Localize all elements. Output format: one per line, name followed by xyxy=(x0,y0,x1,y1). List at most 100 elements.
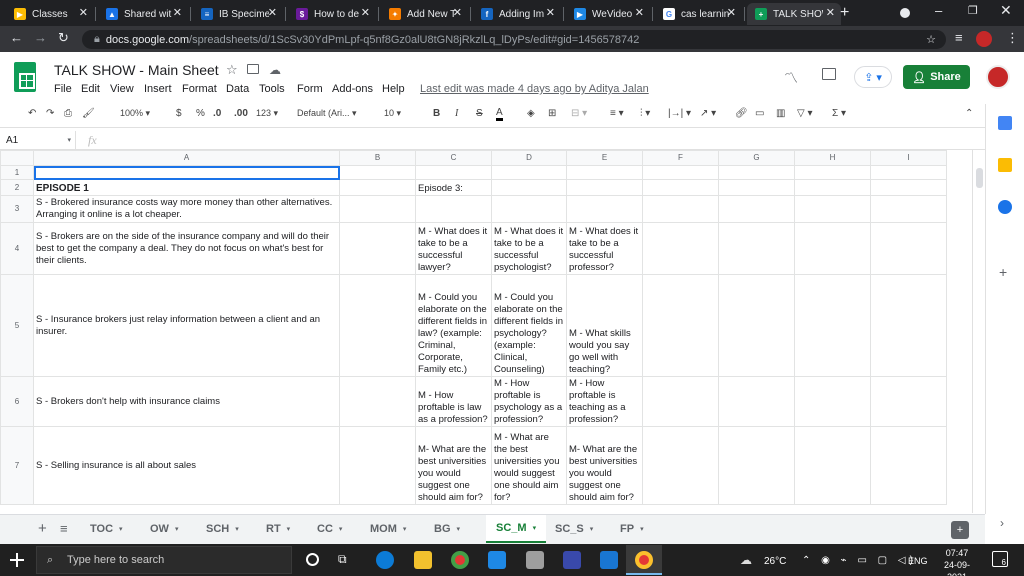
address-bar[interactable]: 🔒︎ docs.google.com /spreadsheets/d/1ScSv… xyxy=(82,30,946,49)
tab-close-icon[interactable]: ✕ xyxy=(453,6,462,19)
insert-comment-icon[interactable]: ▭ xyxy=(755,108,764,119)
share-button[interactable]: 👤︎ Share xyxy=(903,65,970,89)
cell[interactable] xyxy=(415,195,492,223)
explore-button[interactable]: + xyxy=(951,521,969,539)
tab-close-icon[interactable]: ✕ xyxy=(826,6,835,19)
cell[interactable]: S - Brokers don't help with insurance cl… xyxy=(33,376,340,427)
cell[interactable] xyxy=(794,222,871,275)
menu-item[interactable]: View xyxy=(110,83,134,95)
cell[interactable] xyxy=(642,376,719,427)
cell[interactable]: Episode 3: xyxy=(415,179,492,196)
sheet-tab-dropdown-icon[interactable]: ▾ xyxy=(457,525,461,533)
vertical-align-icon[interactable]: ⫶ ▾ xyxy=(640,108,650,119)
redo-icon[interactable]: ↷ xyxy=(46,108,54,119)
decrease-decimal-button[interactable]: .0 xyxy=(213,108,221,119)
cell[interactable] xyxy=(718,195,795,223)
all-sheets-icon[interactable]: ≡ xyxy=(60,521,68,536)
cortana-icon[interactable] xyxy=(306,553,319,566)
cell[interactable]: EPISODE 1 xyxy=(33,179,340,196)
add-on-plus-icon[interactable]: + xyxy=(999,264,1007,280)
row-header[interactable]: 1 xyxy=(0,165,34,180)
vscode-icon[interactable] xyxy=(600,551,618,569)
functions-icon[interactable]: Σ ▾ xyxy=(832,108,846,119)
windows-start-icon[interactable] xyxy=(10,553,24,567)
sheet-tab-dropdown-icon[interactable]: ▾ xyxy=(533,524,537,532)
italic-icon[interactable]: I xyxy=(455,108,458,119)
weather-temp[interactable]: 26°C xyxy=(764,556,786,567)
cell[interactable]: M - What does it take to be a successful… xyxy=(415,222,492,275)
borders-icon[interactable]: ⊞ xyxy=(548,108,556,119)
cell[interactable] xyxy=(718,179,795,196)
cell[interactable] xyxy=(415,165,492,180)
cell[interactable]: M - What does it take to be a successful… xyxy=(491,222,567,275)
browser-tab[interactable]: f Adding Im ✕ xyxy=(473,3,561,25)
sheet-tab[interactable]: RT ▾ xyxy=(266,515,290,543)
text-wrap-icon[interactable]: |→| ▾ xyxy=(668,108,691,119)
column-header[interactable]: A xyxy=(33,150,340,166)
calendar-icon[interactable] xyxy=(998,116,1012,130)
row-header[interactable]: 4 xyxy=(0,222,34,275)
cell[interactable] xyxy=(491,195,567,223)
browser-tab[interactable]: ▶ WeVideo ✕ xyxy=(566,3,650,25)
tab-close-icon[interactable]: ✕ xyxy=(361,6,370,19)
app-icon[interactable] xyxy=(526,551,544,569)
row-header[interactable]: 7 xyxy=(0,426,34,505)
browser-tab[interactable]: Gcas learnin ✕ xyxy=(655,3,742,25)
sheet-tab[interactable]: FP ▾ xyxy=(620,515,644,543)
browser-tab[interactable]: ▲ Shared wit ✕ xyxy=(98,3,188,25)
cell[interactable]: M - What skills would you say go well wi… xyxy=(566,274,643,377)
browser-tab[interactable]: ≡ IB Specime ✕ xyxy=(193,3,283,25)
browser-menu-icon[interactable]: ⋮ xyxy=(1006,30,1019,46)
cell[interactable] xyxy=(339,426,416,505)
cell[interactable] xyxy=(794,376,871,427)
mail-icon[interactable] xyxy=(488,551,506,569)
formula-input[interactable] xyxy=(108,131,985,149)
sheets-logo[interactable] xyxy=(14,62,36,92)
browser-tab[interactable]: ✦ Add New T ✕ xyxy=(381,3,468,25)
cell[interactable] xyxy=(870,426,947,505)
sheet-tab-dropdown-icon[interactable]: ▾ xyxy=(175,525,179,533)
scrollbar-thumb[interactable] xyxy=(976,168,983,188)
cell[interactable] xyxy=(794,179,871,196)
paint-format-icon[interactable]: 🖌︎ xyxy=(82,108,95,119)
cell[interactable]: S - Selling insurance is all about sales xyxy=(33,426,340,505)
menu-item[interactable]: Edit xyxy=(81,83,100,95)
browser-tab[interactable]: $ How to de ✕ xyxy=(288,3,376,25)
taskbar-search[interactable]: ⌕ Type here to search xyxy=(36,546,292,574)
cell[interactable] xyxy=(870,195,947,223)
back-icon[interactable]: ← xyxy=(10,30,23,45)
cell[interactable]: S - Insurance brokers just relay informa… xyxy=(33,274,340,377)
reading-list-icon[interactable]: ≡ xyxy=(955,30,963,45)
menu-item[interactable]: Insert xyxy=(144,83,172,95)
zoom-select[interactable]: 100% ▾ xyxy=(120,108,150,119)
cell[interactable] xyxy=(642,222,719,275)
font-select[interactable]: Default (Ari... ▾ xyxy=(297,108,357,119)
bold-icon[interactable]: B xyxy=(433,108,440,119)
cell[interactable] xyxy=(566,195,643,223)
sheet-tab[interactable]: TOC ▾ xyxy=(90,515,123,543)
collapse-toolbar-icon[interactable]: ⌃ xyxy=(965,108,973,119)
cell[interactable] xyxy=(870,274,947,377)
chrome-icon[interactable] xyxy=(451,551,469,569)
sheet-tab-dropdown-icon[interactable]: ▾ xyxy=(119,525,123,533)
cell[interactable] xyxy=(642,195,719,223)
increase-decimal-button[interactable]: .00 xyxy=(234,108,248,119)
comments-icon[interactable] xyxy=(822,68,836,80)
cell[interactable] xyxy=(339,195,416,223)
menu-item[interactable]: Form xyxy=(297,83,323,95)
keep-icon[interactable] xyxy=(998,158,1012,172)
cell[interactable] xyxy=(339,274,416,377)
horizontal-align-icon[interactable]: ≡ ▾ xyxy=(610,108,624,119)
cell[interactable]: M - How proftable is psychology as a pro… xyxy=(491,376,567,427)
font-size-select[interactable]: 10 ▾ xyxy=(384,108,401,119)
number-format-select[interactable]: 123 ▾ xyxy=(256,108,278,119)
cell[interactable]: S - Brokers are on the side of the insur… xyxy=(33,222,340,275)
tab-search-icon[interactable] xyxy=(900,8,910,18)
text-color-icon[interactable]: A xyxy=(496,108,503,121)
browser-tab[interactable]: + TALK SHOW✕ xyxy=(747,3,841,25)
forward-icon[interactable]: → xyxy=(34,30,47,45)
row-header[interactable]: 6 xyxy=(0,376,34,427)
cell[interactable] xyxy=(718,376,795,427)
sheet-tab[interactable]: OW ▾ xyxy=(150,515,178,543)
notification-icon[interactable]: 6 xyxy=(992,551,1008,567)
